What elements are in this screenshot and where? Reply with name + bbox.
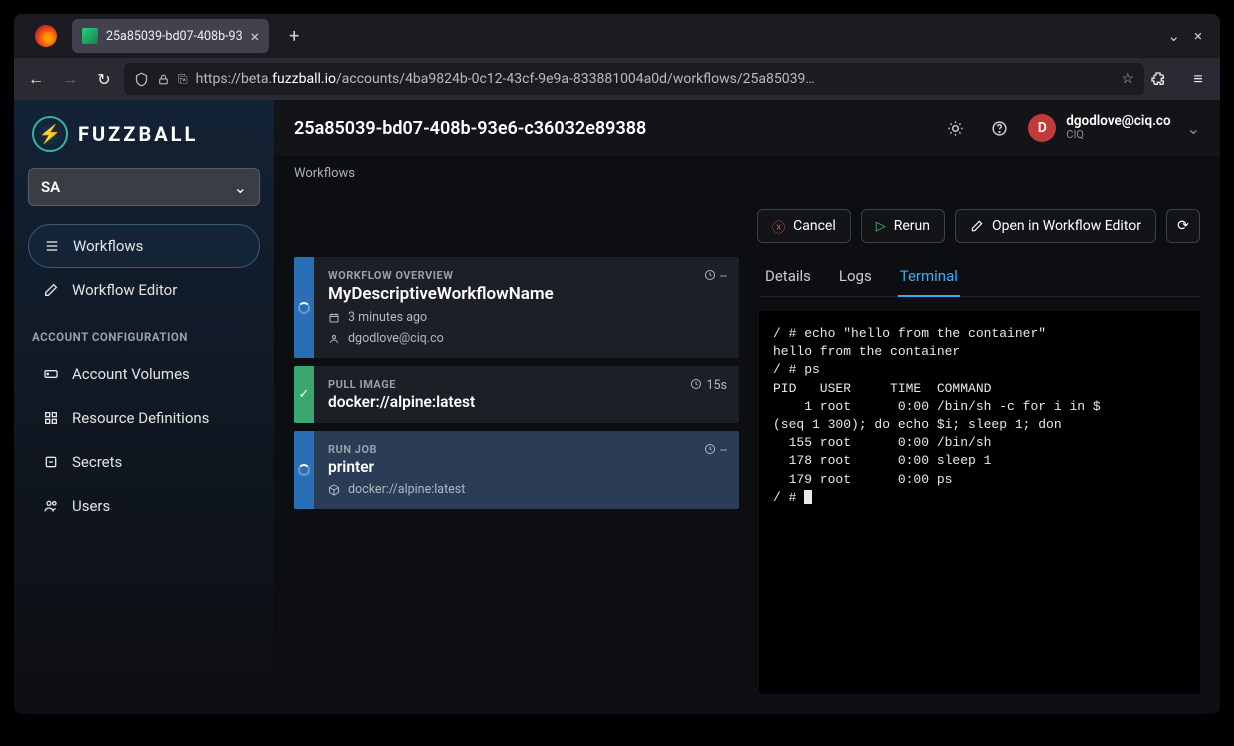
clock-icon [704, 269, 716, 281]
back-button[interactable]: ← [22, 69, 50, 89]
card-duration: -- [720, 269, 727, 284]
open-icon [970, 219, 984, 233]
shield-icon [134, 72, 149, 87]
open-label: Open in Workflow Editor [992, 218, 1141, 234]
volume-icon [42, 366, 60, 382]
avatar: D [1028, 114, 1056, 142]
sidebar-item-volumes[interactable]: Account Volumes [28, 352, 260, 396]
window-close-icon[interactable]: × [1194, 27, 1202, 45]
close-tab-icon[interactable]: × [251, 27, 260, 46]
user-email: dgodlove@ciq.co [1066, 114, 1170, 130]
run-job-card[interactable]: RUN JOB printer docker://alpine:latest [294, 431, 739, 509]
extensions-icon[interactable] [1150, 71, 1178, 87]
firefox-icon [20, 25, 72, 47]
cube-icon [328, 484, 340, 496]
sidebar-item-label: Secrets [72, 453, 122, 471]
status-strip-running [294, 257, 314, 358]
list-icon [43, 238, 61, 254]
workflow-overview-card[interactable]: WORKFLOW OVERVIEW MyDescriptiveWorkflowN… [294, 257, 739, 358]
context-value: SA [41, 178, 60, 196]
pull-image-card[interactable]: ✓ PULL IMAGE docker://alpine:latest 15s [294, 366, 739, 423]
user-menu[interactable]: D dgodlove@ciq.co CIQ ⌄ [1028, 114, 1200, 142]
help-icon[interactable] [984, 113, 1014, 143]
calendar-icon [328, 312, 340, 324]
status-strip-success: ✓ [294, 366, 314, 423]
tab-logs[interactable]: Logs [837, 257, 874, 296]
card-title: docker://alpine:latest [328, 393, 676, 411]
refresh-button[interactable]: ⟳ [1166, 209, 1200, 243]
reload-button[interactable]: ↻ [90, 70, 118, 89]
card-title: printer [328, 458, 690, 476]
logo-mark: ⚡ [32, 116, 68, 152]
url-text: https://beta.fuzzball.io/accounts/4ba982… [196, 71, 1114, 87]
card-owner: dgodlove@ciq.co [348, 331, 444, 346]
user-org: CIQ [1066, 129, 1170, 142]
play-icon: ▷ [876, 219, 886, 234]
rerun-label: Rerun [894, 218, 930, 234]
context-selector[interactable]: SA ⌄ [28, 168, 260, 206]
sidebar-item-label: Workflows [73, 237, 143, 255]
card-label: PULL IMAGE [328, 378, 676, 391]
refresh-icon: ⟳ [1177, 218, 1189, 234]
clock-icon [704, 443, 716, 455]
status-strip-running [294, 431, 314, 509]
terminal-output[interactable]: / # echo "hello from the container" hell… [759, 311, 1200, 694]
detail-tabs: Details Logs Terminal [759, 257, 1200, 297]
lock-icon [157, 73, 170, 86]
user-icon [328, 333, 340, 345]
sidebar-item-label: Resource Definitions [72, 409, 209, 427]
cancel-button[interactable]: ⓧ Cancel [757, 209, 851, 243]
url-field[interactable]: ⎘ https://beta.fuzzball.io/accounts/4ba9… [124, 63, 1144, 95]
card-title: MyDescriptiveWorkflowName [328, 284, 690, 304]
card-image: docker://alpine:latest [348, 482, 465, 497]
cancel-icon: ⓧ [772, 217, 785, 236]
resources-icon [42, 410, 60, 426]
breadcrumb[interactable]: Workflows [294, 166, 1200, 181]
page-title: 25a85039-bd07-408b-93e6-c36032e89388 [294, 118, 926, 139]
tab-details[interactable]: Details [763, 257, 813, 296]
chevron-down-icon: ⌄ [234, 178, 247, 197]
card-time: 3 minutes ago [348, 310, 427, 325]
card-label: WORKFLOW OVERVIEW [328, 269, 690, 282]
card-duration: -- [720, 443, 727, 458]
logo-text: FUZZBALL [78, 122, 198, 146]
edit-icon [42, 282, 60, 298]
sidebar-section-label: ACCOUNT CONFIGURATION [28, 312, 260, 352]
clock-icon [690, 378, 702, 390]
bookmark-icon[interactable]: ☆ [1121, 71, 1134, 87]
sidebar-item-label: Workflow Editor [72, 281, 177, 299]
sidebar-item-users[interactable]: Users [28, 484, 260, 528]
chevron-down-icon: ⌄ [1187, 119, 1200, 138]
browser-tab[interactable]: 25a85039-bd07-408b-93 × [72, 19, 269, 53]
card-duration: 15s [706, 378, 727, 393]
open-editor-button[interactable]: Open in Workflow Editor [955, 209, 1156, 243]
logo[interactable]: ⚡ FUZZBALL [28, 116, 260, 168]
permissions-icon[interactable]: ⎘ [178, 72, 188, 87]
app-menu-icon[interactable]: ≡ [1184, 69, 1212, 89]
tabs-dropdown-icon[interactable]: ⌄ [1167, 27, 1180, 45]
secret-icon [42, 454, 60, 470]
sidebar-item-editor[interactable]: Workflow Editor [28, 268, 260, 312]
sidebar-item-secrets[interactable]: Secrets [28, 440, 260, 484]
tab-favicon [82, 28, 98, 44]
forward-button: → [56, 69, 84, 89]
sidebar-item-resources[interactable]: Resource Definitions [28, 396, 260, 440]
sidebar-item-label: Account Volumes [72, 365, 190, 383]
tab-terminal[interactable]: Terminal [898, 257, 960, 297]
users-icon [42, 498, 60, 514]
sidebar-item-label: Users [72, 497, 110, 515]
rerun-button[interactable]: ▷ Rerun [861, 209, 945, 243]
tab-title: 25a85039-bd07-408b-93 [106, 29, 243, 44]
theme-toggle-icon[interactable] [940, 113, 970, 143]
sidebar-item-workflows[interactable]: Workflows [28, 224, 260, 268]
card-label: RUN JOB [328, 443, 690, 456]
new-tab-button[interactable]: + [281, 22, 307, 51]
terminal-cursor [804, 490, 812, 504]
cancel-label: Cancel [793, 218, 836, 234]
